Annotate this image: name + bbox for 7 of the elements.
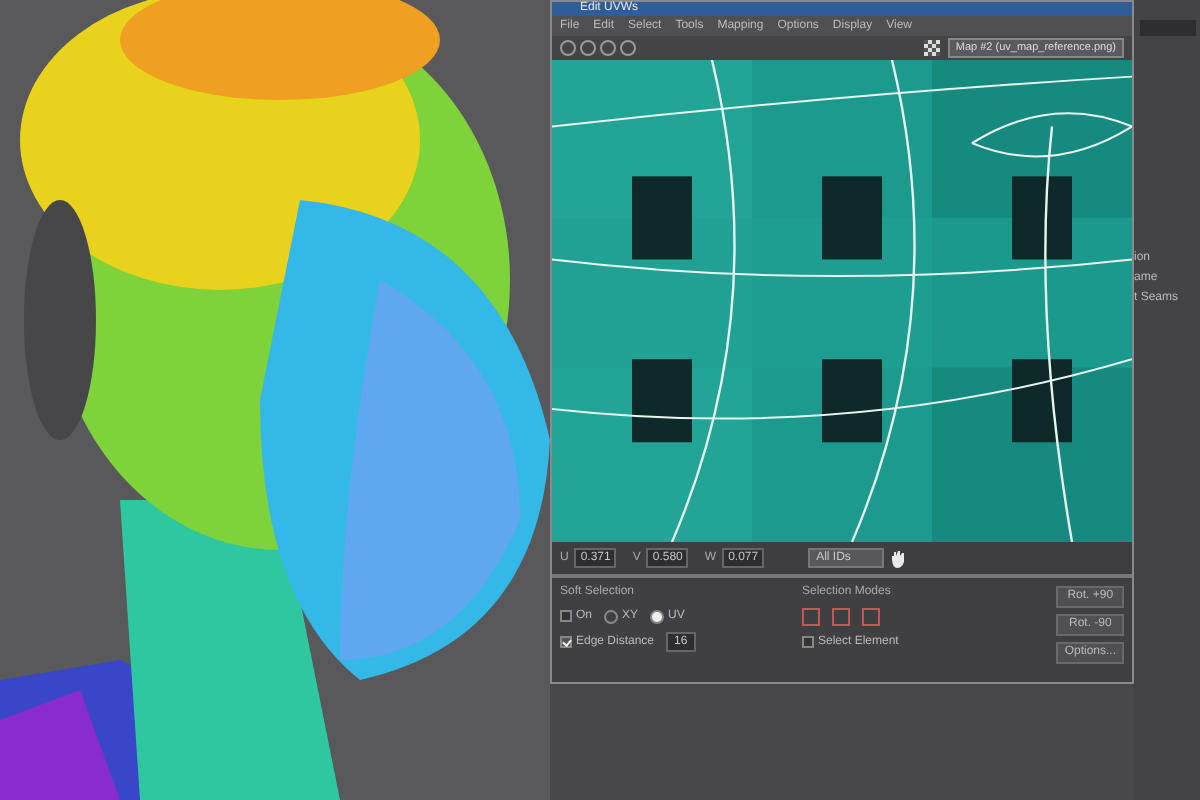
radio-button[interactable] bbox=[604, 609, 619, 623]
checker-icon[interactable] bbox=[923, 40, 940, 56]
hand-icon[interactable] bbox=[890, 549, 907, 567]
checkbox[interactable] bbox=[560, 636, 572, 648]
radio-button[interactable] bbox=[650, 609, 665, 623]
checkbox[interactable] bbox=[560, 610, 572, 622]
checkbox[interactable] bbox=[802, 636, 814, 648]
